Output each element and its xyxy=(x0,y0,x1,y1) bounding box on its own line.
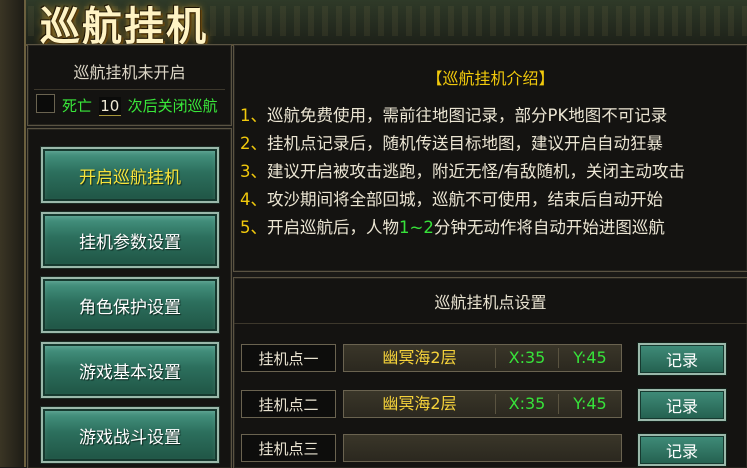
intro-line: 1、巡航免费使用，需前往地图记录，部分PK地图不可记录 xyxy=(240,102,667,126)
death-setting: 死亡 10 次后关闭巡航 xyxy=(62,95,218,116)
intro-title: 【巡航挂机介绍】 xyxy=(426,69,555,88)
point-2-map: 幽冥海2层 xyxy=(382,394,457,413)
point-2-record-button[interactable]: 记录 xyxy=(637,388,727,422)
point-3-field xyxy=(343,434,622,462)
role-protect-button[interactable]: 角色保护设置 xyxy=(40,276,220,334)
intro-line-suffix: 分钟无动作将自动开始进图巡航 xyxy=(433,218,665,237)
status-divider xyxy=(34,89,225,90)
intro-line-number: 1、 xyxy=(240,106,267,125)
intro-line-text: 巡航免费使用，需前往地图记录，部分PK地图不可记录 xyxy=(267,106,668,125)
death-suffix: 次后关闭巡航 xyxy=(127,97,218,115)
death-close-checkbox[interactable] xyxy=(36,94,55,113)
point-1-map: 幽冥海2层 xyxy=(382,348,457,367)
intro-line-text: 攻沙期间将全部回城，巡航不可使用，结束后自动开始 xyxy=(267,190,663,209)
cruise-status: 巡航挂机未开启 xyxy=(73,63,186,82)
points-divider xyxy=(234,323,747,324)
point-3-label: 挂机点三 xyxy=(241,434,336,462)
intro-line: 5、开启巡航后，人物1~2分钟无动作将自动开始进图巡航 xyxy=(240,214,665,238)
intro-panel: 【巡航挂机介绍】 1、巡航免费使用，需前往地图记录，部分PK地图不可记录 2、挂… xyxy=(233,44,747,272)
point-2-field: 幽冥海2层 X:35 Y:45 xyxy=(343,390,622,418)
intro-line-number: 5、 xyxy=(240,218,267,237)
point-3-record-button[interactable]: 记录 xyxy=(637,433,727,467)
death-count-input[interactable]: 10 xyxy=(98,97,121,116)
point-1-y: Y:45 xyxy=(573,348,607,367)
intro-line-number: 3、 xyxy=(240,162,267,181)
point-1-x: X:35 xyxy=(508,348,546,367)
point-2-x: X:35 xyxy=(508,394,546,413)
intro-line-number: 4、 xyxy=(240,190,267,209)
point-3-map xyxy=(344,435,495,461)
point-1-label: 挂机点一 xyxy=(241,344,336,372)
point-3-y xyxy=(559,435,621,461)
intro-line-text: 建议开启被攻击逃跑，附近无怪/有敌随机，关闭主动攻击 xyxy=(267,162,686,181)
menu-panel: 开启巡航挂机 挂机参数设置 角色保护设置 游戏基本设置 游戏战斗设置 xyxy=(27,128,232,468)
point-2-label: 挂机点二 xyxy=(241,390,336,418)
start-cruise-button[interactable]: 开启巡航挂机 xyxy=(40,146,220,204)
point-1-field: 幽冥海2层 X:35 Y:45 xyxy=(343,344,622,372)
intro-line: 3、建议开启被攻击逃跑，附近无怪/有敌随机，关闭主动攻击 xyxy=(240,158,685,182)
intro-line-highlight: 1~2 xyxy=(399,218,434,237)
intro-line: 4、攻沙期间将全部回城，巡航不可使用，结束后自动开始 xyxy=(240,186,663,210)
left-frame xyxy=(0,0,26,467)
intro-line-text: 挂机点记录后，随机传送目标地图，建议开启自动狂暴 xyxy=(267,134,663,153)
points-title: 巡航挂机点设置 xyxy=(434,293,547,312)
afk-points-panel: 巡航挂机点设置 挂机点一 幽冥海2层 X:35 Y:45 记录 挂机点二 幽冥海… xyxy=(233,277,747,468)
game-combat-button[interactable]: 游戏战斗设置 xyxy=(40,406,220,464)
window-title: 巡航挂机 xyxy=(40,3,208,50)
intro-line: 2、挂机点记录后，随机传送目标地图，建议开启自动狂暴 xyxy=(240,130,663,154)
point-1-record-button[interactable]: 记录 xyxy=(637,342,727,376)
intro-line-text: 开启巡航后，人物 xyxy=(267,218,399,237)
game-basic-button[interactable]: 游戏基本设置 xyxy=(40,341,220,399)
point-2-y: Y:45 xyxy=(573,394,607,413)
status-panel: 巡航挂机未开启 死亡 10 次后关闭巡航 xyxy=(27,44,232,126)
intro-line-number: 2、 xyxy=(240,134,267,153)
afk-params-button[interactable]: 挂机参数设置 xyxy=(40,211,220,269)
point-3-x xyxy=(496,435,558,461)
death-prefix: 死亡 xyxy=(62,97,93,115)
